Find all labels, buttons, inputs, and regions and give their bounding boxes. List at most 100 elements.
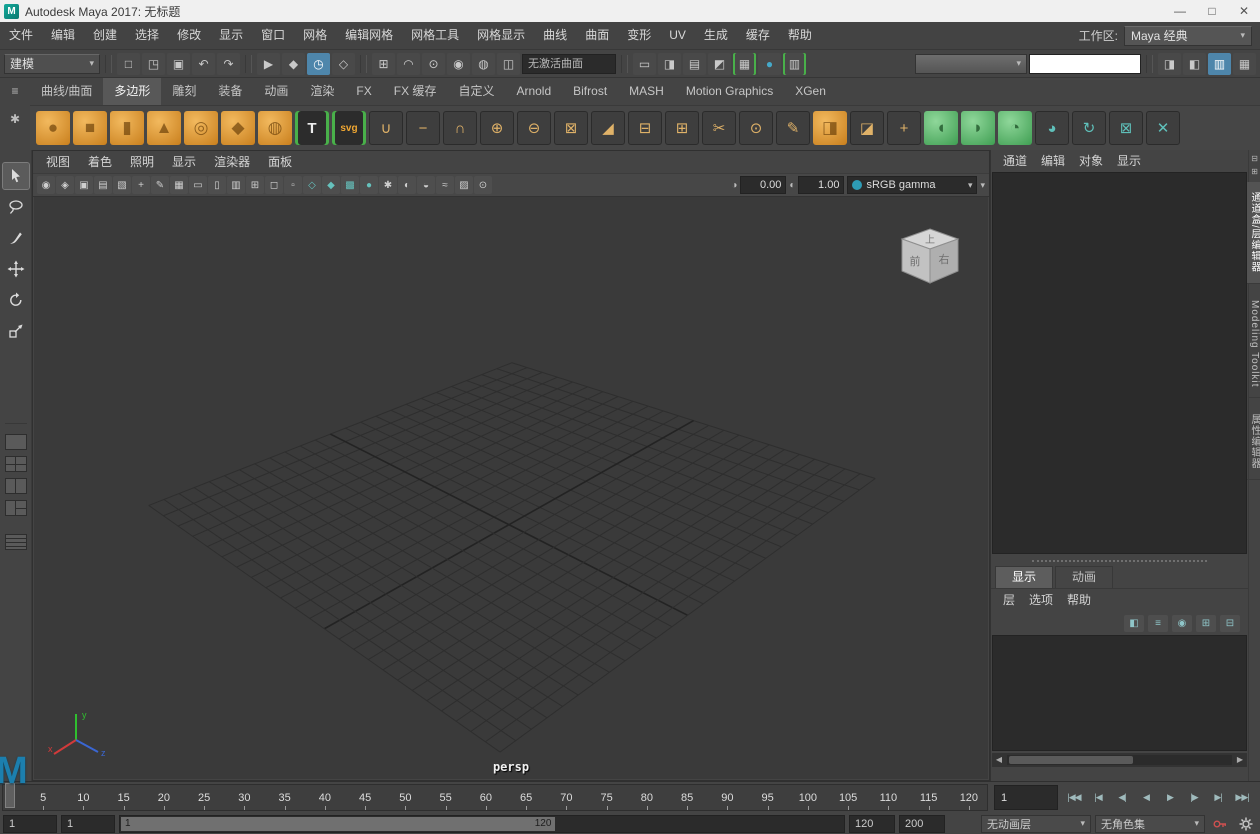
shelf-tab[interactable]: 装备 bbox=[207, 78, 253, 105]
range-slider-track[interactable]: 1 120 bbox=[119, 815, 845, 833]
scale-tool[interactable] bbox=[3, 318, 29, 344]
construction-history-icon[interactable]: ◷ bbox=[307, 53, 330, 75]
range-slider-bar[interactable]: 1 120 bbox=[121, 817, 555, 831]
batch-render-icon[interactable]: ▥ bbox=[783, 53, 806, 75]
menu-item[interactable]: 文件 bbox=[0, 22, 42, 49]
wireframe-mode-icon[interactable]: ◇ bbox=[303, 176, 321, 194]
menu-item[interactable]: 网格工具 bbox=[402, 22, 468, 49]
crease-tool-icon[interactable]: ◪ bbox=[850, 111, 884, 145]
grab-sculpt-icon[interactable]: ◔ bbox=[998, 111, 1032, 145]
view-transform-dropdown[interactable]: sRGB gamma ▾ bbox=[847, 176, 977, 194]
input-line-mode-dropdown[interactable]: ▾ bbox=[915, 54, 1027, 74]
scroll-left-icon[interactable]: ◀ bbox=[992, 753, 1006, 767]
menu-item[interactable]: 生成 bbox=[695, 22, 737, 49]
anim-layer-dropdown[interactable]: 无动画层 ▾ bbox=[981, 815, 1091, 833]
combine-icon[interactable]: ⊕ bbox=[480, 111, 514, 145]
menu-set-dropdown[interactable]: 建模 ▾ bbox=[4, 54, 100, 74]
gate-mask-icon[interactable]: ▥ bbox=[227, 176, 245, 194]
anti-alias-icon[interactable]: ▨ bbox=[455, 176, 473, 194]
poly-cube-icon[interactable]: ■ bbox=[73, 111, 107, 145]
maximize-button[interactable]: □ bbox=[1196, 0, 1228, 22]
select-camera-icon[interactable]: ◉ bbox=[37, 176, 55, 194]
step-forward-frame-button[interactable]: ▶| bbox=[1206, 785, 1230, 810]
shelf-tab[interactable]: XGen bbox=[784, 78, 837, 105]
go-to-end-button[interactable]: ▶▶| bbox=[1230, 785, 1254, 810]
panel-toolbar-overflow-icon[interactable]: ▾ bbox=[980, 180, 985, 191]
panel-menu-item[interactable]: 显示 bbox=[163, 151, 205, 173]
quad-draw-icon[interactable]: ✎ bbox=[776, 111, 810, 145]
bookmarks-icon[interactable]: ▤ bbox=[94, 176, 112, 194]
layer-options-icon[interactable]: ◧ bbox=[1124, 615, 1144, 632]
frame-all-icon[interactable]: ⊠ bbox=[1109, 111, 1143, 145]
snap-to-grid-icon[interactable]: ⊞ bbox=[372, 53, 395, 75]
default-material-icon[interactable]: ● bbox=[360, 176, 378, 194]
image-plane-icon[interactable]: ▧ bbox=[113, 176, 131, 194]
two-pane-layout-button[interactable] bbox=[5, 478, 27, 494]
playback-end-field[interactable]: 120 bbox=[849, 815, 895, 833]
safe-title-icon[interactable]: ▫ bbox=[284, 176, 302, 194]
four-pane-layout-button[interactable] bbox=[5, 456, 27, 472]
smooth-sculpt-icon[interactable]: ◗ bbox=[961, 111, 995, 145]
boolean-difference-icon[interactable]: − bbox=[406, 111, 440, 145]
play-forwards-button[interactable]: ▶ bbox=[1158, 785, 1182, 810]
animation-start-field[interactable]: 1 bbox=[3, 815, 57, 833]
menu-item[interactable]: 创建 bbox=[84, 22, 126, 49]
extrude-icon[interactable]: ⊞ bbox=[665, 111, 699, 145]
toggle-attribute-editor-icon[interactable]: ◨ bbox=[1158, 53, 1181, 75]
auto-keyframe-button[interactable] bbox=[1209, 815, 1231, 833]
layer-editor-menu-item[interactable]: 帮助 bbox=[1067, 589, 1091, 611]
open-scene-icon[interactable]: ◳ bbox=[142, 53, 165, 75]
svg-tool-icon[interactable]: svg bbox=[332, 111, 366, 145]
lighting-icon[interactable]: ✱ bbox=[379, 176, 397, 194]
step-back-frame-button[interactable]: |◀ bbox=[1086, 785, 1110, 810]
camera-attributes-icon[interactable]: ▣ bbox=[75, 176, 93, 194]
shelf-tab[interactable]: 雕刻 bbox=[161, 78, 207, 105]
character-set-dropdown[interactable]: 无角色集 ▾ bbox=[1095, 815, 1205, 833]
safe-action-icon[interactable]: ◻ bbox=[265, 176, 283, 194]
ipr-render-icon[interactable]: ◨ bbox=[658, 53, 681, 75]
outliner-panel-button[interactable] bbox=[5, 534, 27, 550]
shelf-tab[interactable]: 动画 bbox=[253, 78, 299, 105]
toggle-layer-visibility-icon[interactable]: ◉ bbox=[1172, 615, 1192, 632]
film-gate-icon[interactable]: ▭ bbox=[189, 176, 207, 194]
shelf-tab[interactable]: Bifrost bbox=[562, 78, 618, 105]
layer-editor-menu-item[interactable]: 选项 bbox=[1029, 589, 1053, 611]
mirror-icon[interactable]: ◨ bbox=[813, 111, 847, 145]
extract-icon[interactable]: ⊠ bbox=[554, 111, 588, 145]
isolate-select-icon[interactable]: ⊙ bbox=[474, 176, 492, 194]
animation-end-field[interactable]: 200 bbox=[899, 815, 945, 833]
panel-menu-item[interactable]: 视图 bbox=[37, 151, 79, 173]
menu-item[interactable]: 编辑网格 bbox=[336, 22, 402, 49]
bevel-icon[interactable]: ◢ bbox=[591, 111, 625, 145]
expand-dock-icon[interactable]: ⊞ bbox=[1251, 167, 1258, 176]
panel-menu-item[interactable]: 渲染器 bbox=[205, 151, 259, 173]
lock-camera-icon[interactable]: ◈ bbox=[56, 176, 74, 194]
type-tool-icon[interactable]: T bbox=[295, 111, 329, 145]
snap-to-curve-icon[interactable]: ◠ bbox=[397, 53, 420, 75]
paint-select-tool[interactable] bbox=[3, 225, 29, 251]
undo-icon[interactable]: ↶ bbox=[192, 53, 215, 75]
smear-sculpt-icon[interactable]: ↻ bbox=[1072, 111, 1106, 145]
xgen-clump-icon[interactable]: ✕ bbox=[1146, 111, 1180, 145]
render-globe-icon[interactable]: ● bbox=[758, 53, 781, 75]
shelf-tab[interactable]: Arnold bbox=[505, 78, 562, 105]
sculpt-tool-icon[interactable]: ◖ bbox=[924, 111, 958, 145]
menu-item[interactable]: 帮助 bbox=[779, 22, 821, 49]
bridge-icon[interactable]: ⊟ bbox=[628, 111, 662, 145]
new-scene-icon[interactable]: □ bbox=[117, 53, 140, 75]
separate-icon[interactable]: ⊖ bbox=[517, 111, 551, 145]
shelf-options-icon[interactable]: ✱ bbox=[10, 112, 20, 126]
shelf-tab[interactable]: FX 缓存 bbox=[383, 78, 448, 105]
field-chart-icon[interactable]: ⊞ bbox=[246, 176, 264, 194]
poly-sphere-icon[interactable]: ● bbox=[36, 111, 70, 145]
time-ruler[interactable]: 5101520253035404550556065707580859095100… bbox=[2, 784, 988, 811]
sort-layers-icon[interactable]: ≡ bbox=[1148, 615, 1168, 632]
menu-item[interactable]: 网格显示 bbox=[468, 22, 534, 49]
view-cube[interactable]: 上 前 右 bbox=[894, 223, 966, 292]
textured-mode-icon[interactable]: ▩ bbox=[341, 176, 359, 194]
close-button[interactable]: ✕ bbox=[1228, 0, 1260, 22]
step-back-key-button[interactable]: ◀| bbox=[1110, 785, 1134, 810]
pan-zoom-icon[interactable]: + bbox=[132, 176, 150, 194]
go-to-start-button[interactable]: |◀◀ bbox=[1062, 785, 1086, 810]
shelf-tab[interactable]: 曲线/曲面 bbox=[30, 78, 103, 105]
